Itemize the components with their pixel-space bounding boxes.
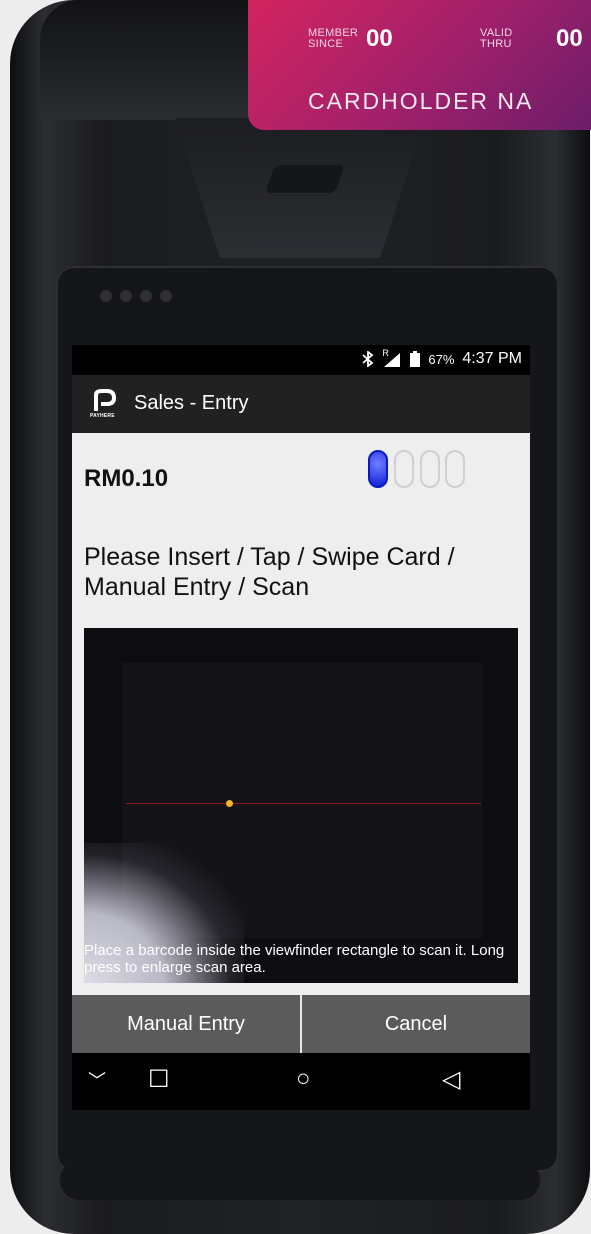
action-button-bar: Manual Entry Cancel	[72, 995, 530, 1053]
manual-entry-button[interactable]: Manual Entry	[72, 995, 300, 1053]
signal-icon: R	[382, 348, 402, 367]
sensor-dot	[120, 290, 132, 302]
amount-display: RM0.10	[84, 465, 169, 492]
device-bottom-frame	[60, 1160, 540, 1200]
device-scanner-slot	[264, 165, 346, 193]
device-screen: R 67% 4:37 PM PAYHERE Sales - Entry RM0.…	[72, 345, 530, 1110]
battery-icon	[410, 351, 421, 367]
sensor-dot	[100, 290, 112, 302]
payhere-logo: PAYHERE	[90, 389, 118, 421]
app-bar: PAYHERE Sales - Entry	[72, 375, 530, 433]
home-icon[interactable]: ○	[296, 1065, 311, 1093]
valid-thru-label: VALID THRU	[480, 27, 513, 50]
pin-slot-empty	[420, 450, 440, 488]
pin-slot-filled	[368, 450, 388, 488]
credit-card: MEMBER SINCE 00 VALID THRU 00 CARDHOLDER…	[248, 0, 591, 130]
cancel-button[interactable]: Cancel	[302, 995, 530, 1053]
scan-laser-line	[126, 803, 481, 804]
back-icon[interactable]: ◁	[442, 1065, 460, 1094]
sensor-dot	[140, 290, 152, 302]
bluetooth-icon	[362, 351, 374, 367]
battery-percentage: 67%	[428, 351, 455, 367]
card-prompt: Please Insert / Tap / Swipe Card / Manua…	[84, 543, 455, 601]
member-since-label: MEMBER SINCE	[308, 27, 359, 50]
recents-icon[interactable]: ☐	[148, 1065, 170, 1094]
cardholder-name: CARDHOLDER NA	[308, 88, 534, 114]
member-since-value: 00	[366, 25, 393, 52]
android-nav-bar: ﹀ ☐ ○ ◁	[72, 1053, 530, 1110]
app-title: Sales - Entry	[134, 392, 249, 414]
pin-slot-empty	[445, 450, 465, 488]
barcode-viewfinder[interactable]: Place a barcode inside the viewfinder re…	[84, 628, 518, 983]
roaming-indicator: R	[382, 348, 389, 358]
scan-focus-dot	[226, 800, 233, 807]
sensor-dot	[160, 290, 172, 302]
pin-slot-empty	[394, 450, 414, 488]
collapse-icon[interactable]: ﹀	[88, 1067, 106, 1093]
valid-thru-value: 00	[556, 25, 583, 52]
scanner-hint-text: Place a barcode inside the viewfinder re…	[84, 942, 505, 976]
status-bar: R 67% 4:37 PM	[72, 345, 530, 375]
clock: 4:37 PM	[462, 350, 522, 367]
